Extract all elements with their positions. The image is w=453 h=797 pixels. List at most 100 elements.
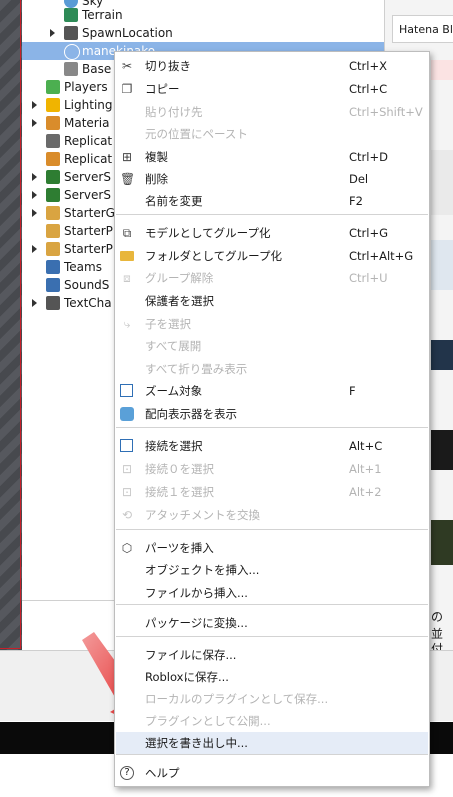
- folder-icon: [120, 251, 134, 261]
- menu-item: ⧈ グループ解除 Ctrl+U: [116, 267, 428, 289]
- explorer-item-label: ServerS: [64, 170, 111, 184]
- explorer-item-label: SpawnLocation: [82, 26, 173, 40]
- part-icon: [64, 62, 78, 76]
- menu-item[interactable]: フォルダとしてグループ化 Ctrl+Alt+G: [116, 245, 428, 267]
- menu-item-shortcut: Alt+C: [349, 439, 383, 453]
- menu-item[interactable]: 🗑 削除 Del: [116, 168, 428, 190]
- menu-item[interactable]: ズーム対象 F: [116, 380, 428, 402]
- explorer-item-label: Replicat: [64, 152, 113, 166]
- menu-item[interactable]: ファイルから挿入...: [116, 582, 428, 604]
- menu-item[interactable]: 保護者を選択: [116, 290, 428, 312]
- menu-item-label: アタッチメントを交換: [145, 508, 260, 522]
- menu-item[interactable]: ❐ コピー Ctrl+C: [116, 78, 428, 100]
- ungroup-icon: ⧈: [123, 271, 131, 285]
- menu-item-shortcut: Del: [349, 172, 369, 186]
- trash-icon: 🗑: [120, 172, 136, 186]
- menu-item-label: すべて展開: [145, 339, 202, 353]
- thumbnail: [431, 150, 453, 215]
- zoom-icon: [120, 384, 133, 397]
- menu-item-shortcut: Alt+1: [349, 462, 382, 476]
- browser-tab[interactable]: Hatena Blo: [392, 15, 453, 43]
- explorer-item-label: StarterP: [64, 242, 113, 256]
- menu-item-label: コピー: [145, 82, 180, 96]
- thumbnail: [431, 60, 453, 80]
- thumbnail: [431, 340, 453, 370]
- menu-item: 貼り付け先 Ctrl+Shift+V: [116, 101, 428, 123]
- explorer-item[interactable]: Terrain: [22, 6, 384, 24]
- menu-item-label: パーツを挿入: [145, 541, 214, 555]
- menu-item-label: 複製: [145, 150, 168, 164]
- menu-item-label: 元の位置にペースト: [145, 127, 248, 141]
- menu-item-label: 名前を変更: [145, 194, 203, 208]
- menu-item[interactable]: オブジェクトを挿入...: [116, 559, 428, 581]
- explorer-item[interactable]: SpawnLocation: [22, 24, 384, 42]
- teams-icon: [46, 260, 60, 274]
- group-model-icon: ⧉: [122, 226, 132, 240]
- copy-icon: ❐: [121, 82, 133, 96]
- server-storage-icon: [46, 188, 60, 202]
- menu-separator: [116, 604, 428, 605]
- viewport-selection-border: [0, 0, 21, 649]
- players-icon: [46, 80, 60, 94]
- sound-icon: [46, 278, 60, 292]
- menu-item[interactable]: ? ヘルプ: [116, 762, 428, 784]
- menu-item[interactable]: ✂ 切り抜き Ctrl+X: [116, 55, 428, 77]
- menu-item[interactable]: 名前を変更 F2: [116, 190, 428, 212]
- explorer-item-label: Terrain: [82, 8, 123, 22]
- menu-item[interactable]: パッケージに変換...: [116, 612, 428, 634]
- menu-item: ⊡ 接続１を選択 Alt+2: [116, 481, 428, 503]
- expand-caret-icon[interactable]: [32, 119, 37, 127]
- explorer-item-label: Materia: [64, 116, 110, 130]
- menu-item[interactable]: ⊞ 複製 Ctrl+D: [116, 146, 428, 168]
- replicated-icon: [46, 134, 60, 148]
- starter-gui-icon: [46, 206, 60, 220]
- menu-item[interactable]: ⬡ パーツを挿入: [116, 537, 428, 559]
- menu-item: プラグインとして公開...: [116, 710, 428, 732]
- expand-caret-icon[interactable]: [32, 191, 37, 199]
- menu-item-shortcut: Alt+2: [349, 485, 382, 499]
- select-children-icon: ⤷: [123, 317, 131, 331]
- menu-item[interactable]: Robloxに保存...: [116, 666, 428, 688]
- explorer-item-label: Base: [82, 62, 112, 76]
- menu-item-shortcut: Ctrl+D: [349, 150, 388, 164]
- connection-icon: [120, 439, 133, 452]
- explorer-item-label: StarterP: [64, 224, 113, 238]
- menu-item: ⤷ 子を選択: [116, 313, 428, 335]
- replicated-storage-icon: [46, 152, 60, 166]
- menu-item[interactable]: ⧉ モデルとしてグループ化 Ctrl+G: [116, 222, 428, 244]
- thumbnail: [431, 240, 453, 290]
- menu-item-label: モデルとしてグループ化: [145, 226, 271, 240]
- expand-caret-icon[interactable]: [32, 101, 37, 109]
- menu-item[interactable]: ファイルに保存...: [116, 644, 428, 666]
- menu-separator: [116, 214, 428, 215]
- help-icon: ?: [120, 766, 134, 780]
- explorer-item-label: StarterG: [64, 206, 115, 220]
- explorer-item-label: Teams: [64, 260, 102, 274]
- menu-item-label: すべて折り畳み表示: [145, 362, 248, 376]
- expand-caret-icon[interactable]: [32, 209, 37, 217]
- menu-item[interactable]: 選択を書き出し中...: [116, 732, 428, 754]
- scissors-icon: ✂: [121, 59, 133, 73]
- menu-item: 元の位置にペースト: [116, 123, 428, 145]
- menu-item-shortcut: F2: [349, 194, 363, 208]
- menu-item[interactable]: 接続を選択 Alt+C: [116, 435, 428, 457]
- explorer-item-label: ServerS: [64, 188, 111, 202]
- expand-caret-icon[interactable]: [32, 299, 37, 307]
- expand-caret-icon[interactable]: [50, 29, 55, 37]
- explorer-item-label: SoundS: [64, 278, 110, 292]
- menu-item-label: Robloxに保存...: [145, 670, 229, 684]
- attachment-icon: ⟲: [121, 508, 133, 522]
- server-icon: [46, 170, 60, 184]
- menu-separator: [116, 427, 428, 428]
- menu-item-label: オブジェクトを挿入...: [145, 563, 260, 577]
- menu-item-shortcut: Ctrl+U: [349, 271, 388, 285]
- menu-item-label: ファイルから挿入...: [145, 586, 248, 600]
- menu-item-label: 子を選択: [145, 317, 191, 331]
- menu-item-label: 接続を選択: [145, 439, 203, 453]
- expand-caret-icon[interactable]: [32, 245, 37, 253]
- expand-caret-icon[interactable]: [32, 173, 37, 181]
- duplicate-icon: ⊞: [121, 150, 133, 164]
- menu-item: すべて展開: [116, 335, 428, 357]
- menu-item-shortcut: Ctrl+C: [349, 82, 388, 96]
- menu-item[interactable]: 配向表示器を表示: [116, 403, 428, 425]
